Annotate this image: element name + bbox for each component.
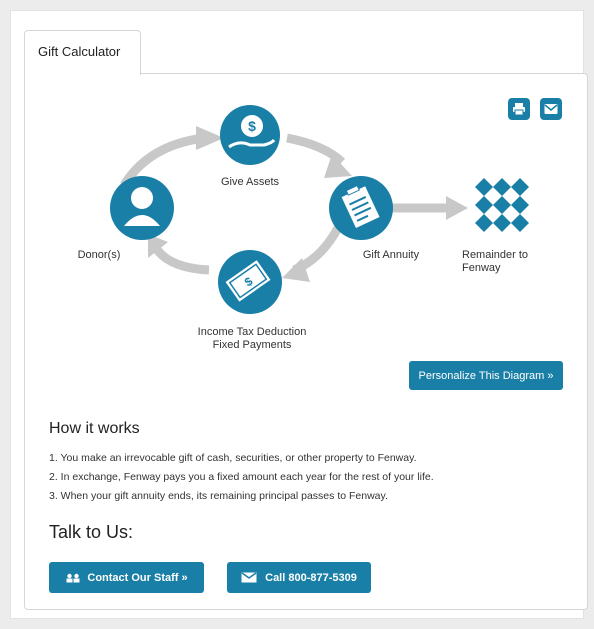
envelope-icon xyxy=(241,572,257,583)
call-label: Call 800-877-5309 xyxy=(265,571,357,584)
gift-annuity-diagram: $ $ xyxy=(110,105,529,314)
personalize-diagram-button[interactable]: Personalize This Diagram » xyxy=(409,361,563,390)
remainder-line2: Fenway xyxy=(462,262,501,274)
dollar-hand-icon: $ xyxy=(220,105,280,165)
remainder-line1: Remainder to xyxy=(462,249,529,261)
how-it-works-steps: 1. You make an irrevocable gift of cash,… xyxy=(49,449,434,506)
remainder-label: Remainder to Fenway xyxy=(462,249,552,275)
tab-gift-calculator[interactable]: Gift Calculator xyxy=(24,30,141,75)
step-1: 1. You make an irrevocable gift of cash,… xyxy=(49,452,417,464)
deduction-line1: Income Tax Deduction xyxy=(197,326,307,338)
donors-label: Donor(s) xyxy=(77,249,121,261)
arrow-deduction-to-donor xyxy=(152,245,210,275)
contact-staff-button[interactable]: Contact Our Staff » xyxy=(49,562,204,593)
talk-to-us-title: Talk to Us: xyxy=(49,522,134,542)
give-assets-label: Give Assets xyxy=(220,176,280,188)
document-icon xyxy=(329,176,393,240)
deduction-label: Income Tax Deduction Fixed Payments xyxy=(182,326,322,352)
diamond-grid-icon xyxy=(475,178,529,232)
how-it-works-title: How it works xyxy=(49,420,140,437)
contact-staff-label: Contact Our Staff » xyxy=(87,571,188,584)
tab-label: Gift Calculator xyxy=(38,44,121,59)
svg-text:$: $ xyxy=(248,118,256,134)
money-icon: $ xyxy=(218,250,282,314)
deduction-line2: Fixed Payments xyxy=(212,339,292,351)
step-3: 3. When your gift annuity ends, its rema… xyxy=(49,490,388,502)
people-icon xyxy=(66,573,80,582)
gift-annuity-label: Gift Annuity xyxy=(362,249,420,261)
call-button[interactable]: Call 800-877-5309 xyxy=(227,562,371,593)
person-icon xyxy=(110,176,174,240)
step-2: 2. In exchange, Fenway pays you a fixed … xyxy=(49,471,434,483)
